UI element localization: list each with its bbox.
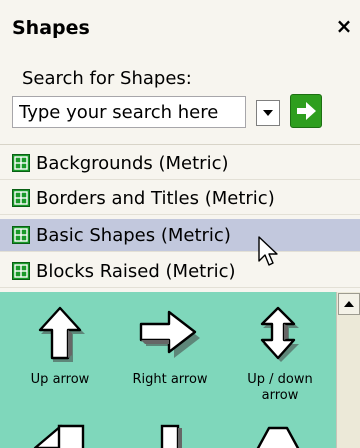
stencil-item-basic-shapes[interactable]: Basic Shapes (Metric) [0, 219, 360, 252]
panel-titlebar: Shapes × [0, 0, 360, 56]
shape-up-down-arrow[interactable]: Up / down arrow [226, 306, 330, 404]
search-go-button[interactable] [290, 94, 322, 128]
divider [0, 144, 360, 145]
search-history-dropdown[interactable] [256, 100, 280, 126]
search-section: Search for Shapes: [0, 56, 360, 144]
chevron-up-icon [344, 301, 354, 307]
stencil-icon [12, 154, 30, 172]
stencil-label: Borders and Titles (Metric) [36, 187, 275, 209]
shape-right-arrow[interactable]: Right arrow [118, 306, 222, 388]
chevron-down-icon [263, 110, 273, 116]
search-input[interactable] [12, 96, 246, 128]
shape-label: Up arrow [30, 372, 90, 387]
up-arrow-icon [38, 306, 85, 362]
shapes-pane: Up arrow Right arrow Up / down arrow [0, 292, 336, 448]
down-arrow-icon [160, 424, 182, 448]
scroll-up-button[interactable] [338, 293, 360, 315]
stencil-item-borders-and-titles[interactable]: Borders and Titles (Metric) [0, 182, 360, 215]
left-right-arrow-icon [256, 426, 300, 448]
scroll-track[interactable] [339, 318, 359, 448]
shape-left-arrow[interactable] [8, 422, 112, 448]
stencil-icon [12, 189, 30, 207]
stencil-label: Basic Shapes (Metric) [36, 224, 231, 246]
shape-left-right-arrow[interactable] [226, 422, 330, 448]
close-button[interactable]: × [333, 14, 355, 38]
stencil-label: Blocks Raised (Metric) [36, 260, 236, 282]
stencil-item-backgrounds[interactable]: Backgrounds (Metric) [0, 147, 360, 180]
shape-label: Right arrow [132, 372, 208, 387]
right-arrow-icon [139, 310, 200, 358]
stencil-icon [12, 262, 30, 280]
arrow-right-icon [297, 102, 316, 120]
left-arrow-icon [33, 424, 85, 448]
shape-down-arrow[interactable] [118, 422, 222, 448]
shape-label: Up / down arrow [247, 372, 313, 403]
search-label: Search for Shapes: [22, 68, 192, 89]
panel-title: Shapes [12, 17, 90, 39]
stencil-icon [12, 226, 30, 244]
up-down-arrow-icon [260, 306, 299, 362]
mouse-cursor-icon [258, 236, 278, 266]
shape-up-arrow[interactable]: Up arrow [8, 306, 112, 388]
stencil-item-blocks-raised[interactable]: Blocks Raised (Metric) [0, 255, 360, 288]
shapes-scrollbar[interactable] [336, 292, 360, 448]
stencil-label: Backgrounds (Metric) [36, 152, 229, 174]
